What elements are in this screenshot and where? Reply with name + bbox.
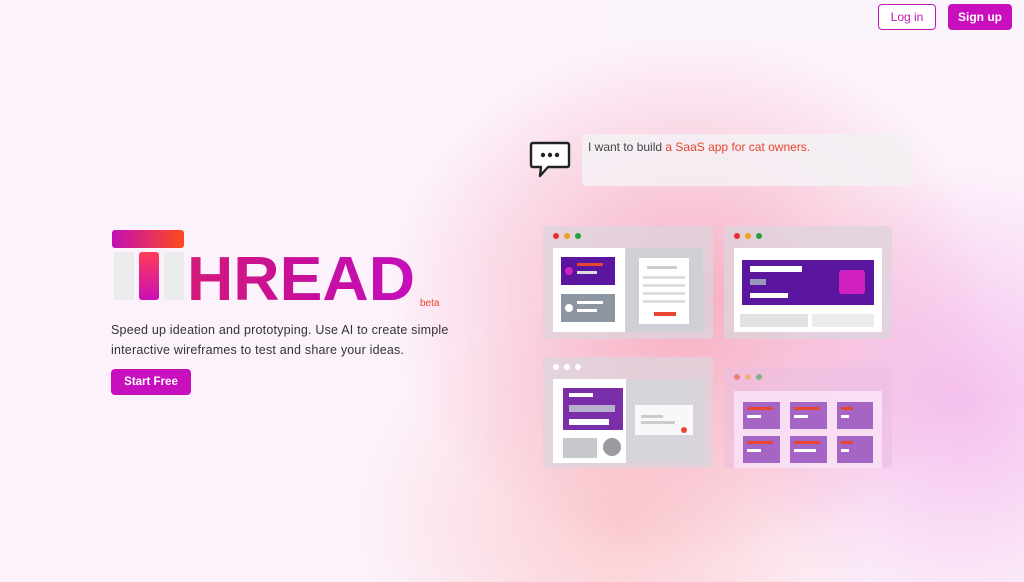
logo-wordmark: HREAD [187,245,415,308]
wireframe-card-3 [543,357,713,468]
wireframe-card-1 [543,226,713,339]
tagline-line-2: interactive wireframes to test and share… [111,343,405,357]
prompt-box: I want to build a SaaS app for cat owner… [582,134,912,186]
signup-button[interactable]: Sign up [948,4,1012,30]
tagline-line-1: Speed up ideation and prototyping. Use A… [111,323,449,337]
start-free-button[interactable]: Start Free [111,369,191,395]
chat-bubble-icon [529,141,571,178]
thread-logo: HREAD beta [112,230,440,308]
login-button[interactable]: Log in [878,4,936,30]
prompt-text: I want to build a SaaS app for cat owner… [588,140,811,154]
wireframe-card-4 [724,367,892,468]
prompt-highlight: a SaaS app for cat owners. [665,140,811,154]
beta-label: beta [420,298,440,308]
hero-tagline: Speed up ideation and prototyping. Use A… [111,320,491,360]
wireframe-card-2 [724,226,892,339]
